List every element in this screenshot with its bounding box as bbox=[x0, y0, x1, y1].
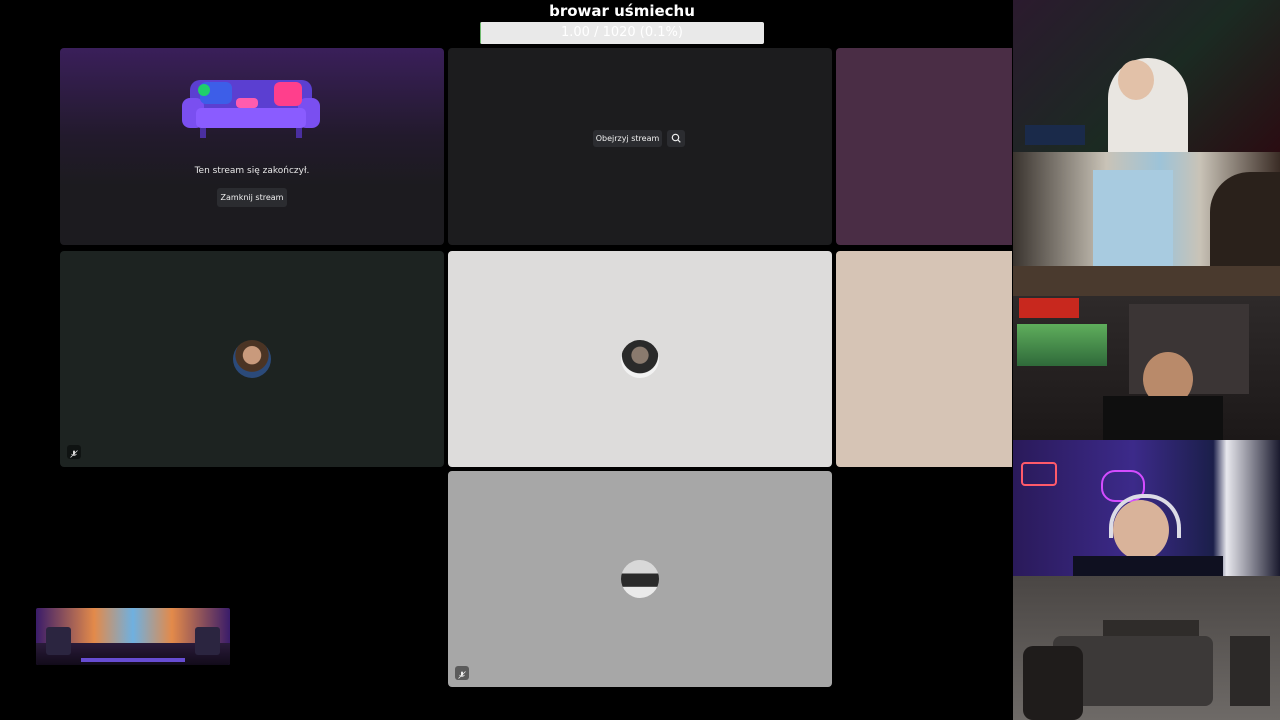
participant-avatar bbox=[621, 560, 659, 598]
pop-out-icon bbox=[671, 133, 681, 145]
progress-bar: 1.00 / 1020 (0.1%) bbox=[480, 22, 764, 44]
stream-ended-message: Ten stream się zakończył. bbox=[194, 166, 310, 176]
webcam-feed-2 bbox=[1013, 152, 1280, 296]
mic-muted-icon bbox=[458, 664, 466, 683]
participant-avatar bbox=[233, 340, 271, 378]
tile-participant-grey[interactable] bbox=[448, 471, 832, 687]
close-stream-button[interactable]: Zamknij stream bbox=[217, 188, 287, 207]
tile-participant-purple[interactable] bbox=[836, 48, 1012, 245]
tile-watch-stream: Obejrzyj stream bbox=[448, 48, 832, 245]
webcam-feed-5 bbox=[1013, 576, 1280, 720]
tile-participant-green[interactable] bbox=[60, 251, 444, 467]
tile-participant-light[interactable] bbox=[448, 251, 832, 467]
webcam-feed-1 bbox=[1013, 0, 1280, 152]
progress-text: 1.00 / 1020 (0.1%) bbox=[561, 25, 683, 40]
tile-stream-ended: Ten stream się zakończył. Zamknij stream bbox=[60, 48, 444, 245]
pop-out-button[interactable] bbox=[667, 130, 685, 147]
participant-avatar bbox=[621, 340, 659, 378]
overlay-title: browar uśmiechu bbox=[549, 2, 695, 20]
mic-muted-button[interactable] bbox=[455, 666, 469, 680]
tile-participant-beige[interactable] bbox=[836, 251, 1012, 467]
banner-thumbnail bbox=[36, 608, 230, 665]
webcam-feed-3 bbox=[1013, 296, 1280, 440]
sofa-illustration bbox=[180, 68, 322, 140]
webcam-feed-4 bbox=[1013, 440, 1280, 576]
mic-muted-icon bbox=[70, 443, 78, 462]
mic-muted-button[interactable] bbox=[67, 445, 81, 459]
watch-stream-button[interactable]: Obejrzyj stream bbox=[593, 130, 662, 147]
